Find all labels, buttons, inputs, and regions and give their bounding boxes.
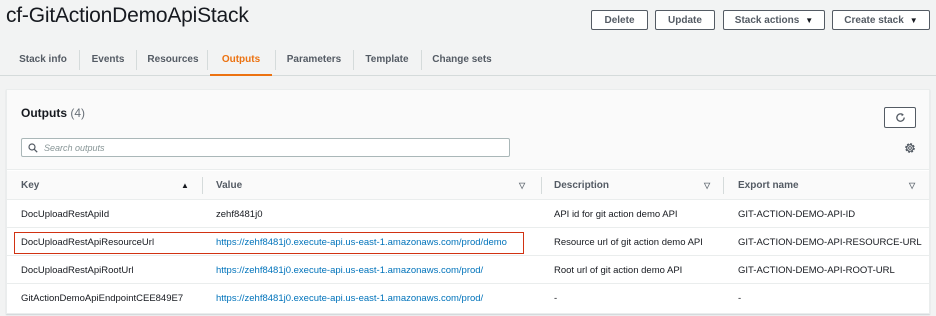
output-key: DocUploadRestApiId [21, 209, 110, 220]
column-header-export-name-label: Export name [738, 180, 799, 191]
outputs-panel-header: Outputs (4) [7, 90, 929, 170]
tab-parameters[interactable]: Parameters [278, 44, 350, 75]
output-key: DocUploadRestApiRootUrl [21, 265, 134, 276]
tab-divider [207, 50, 208, 70]
caret-down-icon: ▼ [909, 15, 918, 25]
sort-descending-icon: ▽ [704, 181, 711, 190]
tab-stack-info[interactable]: Stack info [10, 44, 76, 75]
tab-template[interactable]: Template [356, 44, 418, 75]
column-header-key-label: Key [21, 180, 40, 191]
output-key: DocUploadRestApiResourceUrl [21, 237, 155, 248]
outputs-count: (4) [70, 106, 86, 120]
refresh-button[interactable] [884, 107, 916, 128]
column-divider [202, 177, 203, 194]
output-export-name: GIT-ACTION-DEMO-API-RESOURCE-URL [738, 237, 922, 248]
output-export-name: GIT-ACTION-DEMO-API-ROOT-URL [738, 265, 895, 276]
output-description: Root url of git action demo API [554, 265, 683, 276]
tab-divider [421, 50, 422, 70]
column-header-description-label: Description [554, 180, 610, 191]
output-value: zehf8481j0 [216, 209, 263, 220]
tab-divider [79, 50, 80, 70]
tab-divider [136, 50, 137, 70]
table-row: GitActionDemoApiEndpointCEE849E7 https:/… [7, 285, 929, 312]
tab-resources[interactable]: Resources [142, 44, 204, 75]
search-icon [28, 142, 38, 153]
tab-change-sets[interactable]: Change sets [426, 44, 498, 75]
output-value-link[interactable]: https://zehf8481j0.execute-api.us-east-1… [216, 257, 483, 284]
create-stack-label: Create stack [844, 14, 904, 26]
update-button[interactable]: Update [655, 10, 715, 30]
table-row: DocUploadRestApiId zehf8481j0 API id for… [7, 201, 929, 228]
column-header-export-name[interactable]: Export name ▽ [738, 171, 919, 200]
tab-divider [353, 50, 354, 70]
table-header: Key ▲ Value ▽ Description ▽ Export name … [7, 171, 929, 200]
sort-descending-icon: ▽ [909, 181, 916, 190]
column-header-description[interactable]: Description ▽ [554, 171, 718, 200]
output-description: Resource url of git action demo API [554, 237, 703, 248]
search-outputs-field[interactable] [21, 138, 510, 157]
delete-button[interactable]: Delete [591, 10, 648, 30]
column-divider [541, 177, 542, 194]
tab-divider [275, 50, 276, 70]
page-header: cf-GitActionDemoApiStack Delete Update S… [0, 0, 936, 40]
caret-down-icon: ▼ [805, 15, 814, 25]
output-description: API id for git action demo API [554, 209, 678, 220]
table-row: DocUploadRestApiRootUrl https://zehf8481… [7, 257, 929, 284]
table-row: DocUploadRestApiResourceUrl https://zehf… [7, 229, 929, 256]
column-header-value-label: Value [216, 180, 243, 191]
gear-icon[interactable] [903, 141, 917, 155]
outputs-title-text: Outputs [21, 106, 67, 120]
column-header-value[interactable]: Value ▽ [216, 171, 536, 200]
search-input[interactable] [44, 142, 484, 153]
outputs-panel: Outputs (4) Key ▲ Valu [6, 89, 930, 314]
output-key: GitActionDemoApiEndpointCEE849E7 [21, 293, 184, 304]
tab-events[interactable]: Events [84, 44, 132, 75]
output-export-name: - [738, 293, 742, 304]
refresh-icon [895, 113, 905, 122]
create-stack-button[interactable]: Create stack ▼ [832, 10, 930, 30]
output-value-link[interactable]: https://zehf8481j0.execute-api.us-east-1… [216, 229, 507, 256]
output-description: - [554, 293, 558, 304]
stack-actions-button[interactable]: Stack actions ▼ [723, 10, 825, 30]
stack-actions-label: Stack actions [734, 14, 800, 26]
delete-button-label: Delete [604, 14, 635, 26]
output-export-name: GIT-ACTION-DEMO-API-ID [738, 209, 856, 220]
page-title: cf-GitActionDemoApiStack [6, 4, 249, 27]
sort-ascending-icon: ▲ [181, 181, 189, 190]
tab-outputs[interactable]: Outputs [210, 44, 272, 76]
stack-tabs: Stack info Events Resources Outputs Para… [0, 44, 936, 76]
column-divider [723, 177, 724, 194]
outputs-title: Outputs (4) [21, 106, 85, 120]
column-header-key[interactable]: Key ▲ [21, 171, 197, 200]
sort-descending-icon: ▽ [519, 181, 526, 190]
update-button-label: Update [668, 14, 702, 26]
output-value-link[interactable]: https://zehf8481j0.execute-api.us-east-1… [216, 285, 483, 312]
